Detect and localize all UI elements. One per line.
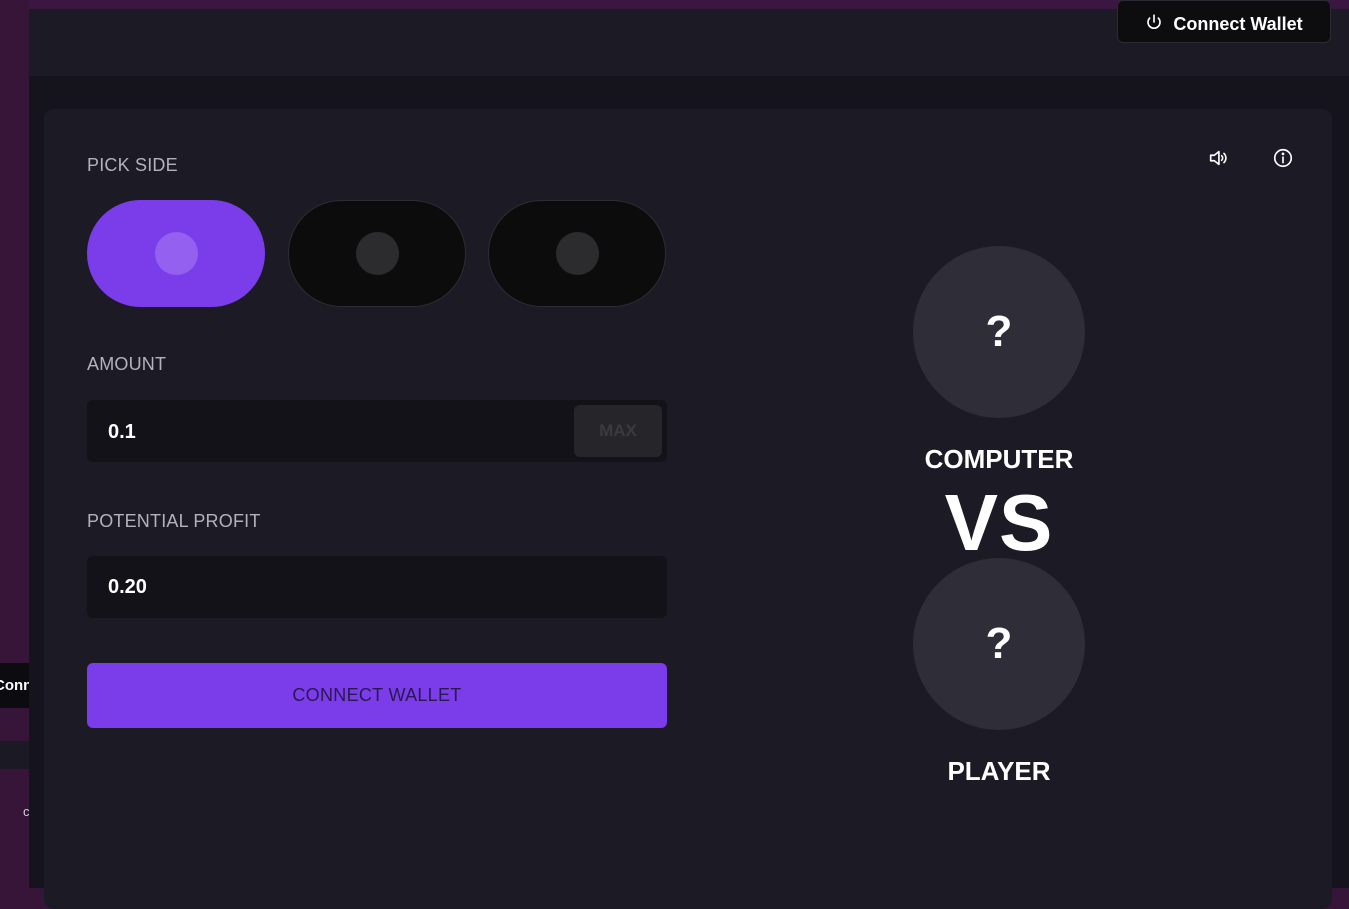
computer-symbol: ? (985, 307, 1013, 356)
potential-profit-field: 0.20 (87, 556, 667, 618)
vs-text: VS (944, 478, 1054, 567)
potential-profit-label: POTENTIAL PROFIT (87, 511, 261, 531)
power-icon (1145, 13, 1163, 36)
potential-profit-value: 0.20 (108, 576, 147, 598)
player-symbol: ? (985, 619, 1013, 668)
amount-input[interactable] (87, 400, 590, 464)
header-connect-label: Connect Wallet (1173, 14, 1303, 34)
amount-field: MAX (87, 400, 667, 464)
header: Connect Wallet (29, 0, 1349, 76)
side-option-1[interactable] (87, 200, 265, 307)
computer-avatar: ? (913, 246, 1085, 418)
side-dot (555, 232, 599, 275)
app-window: Connect Wallet PICK SIDE AMOUNT MAX POTE… (29, 0, 1349, 909)
side-dot (355, 232, 399, 275)
pick-side-label: PICK SIDE (87, 155, 178, 175)
amount-label: AMOUNT (87, 354, 167, 374)
info-icon[interactable] (1271, 146, 1295, 170)
player-label: PLAYER (947, 756, 1051, 786)
background-connect-button: Conn (0, 663, 29, 708)
computer-label: COMPUTER (924, 444, 1074, 474)
game-card: PICK SIDE AMOUNT MAX POTENTIAL PROFIT 0.… (44, 109, 1332, 909)
speaker-icon[interactable] (1206, 146, 1230, 170)
background-bar (0, 741, 29, 769)
side-option-3[interactable] (488, 200, 666, 307)
connect-wallet-button[interactable]: CONNECT WALLET (87, 663, 667, 728)
side-option-2[interactable] (288, 200, 466, 307)
player-avatar: ? (913, 558, 1085, 730)
header-connect-wallet-button[interactable]: Connect Wallet (1117, 0, 1331, 43)
max-button[interactable]: MAX (574, 405, 662, 457)
side-dot (154, 232, 198, 275)
